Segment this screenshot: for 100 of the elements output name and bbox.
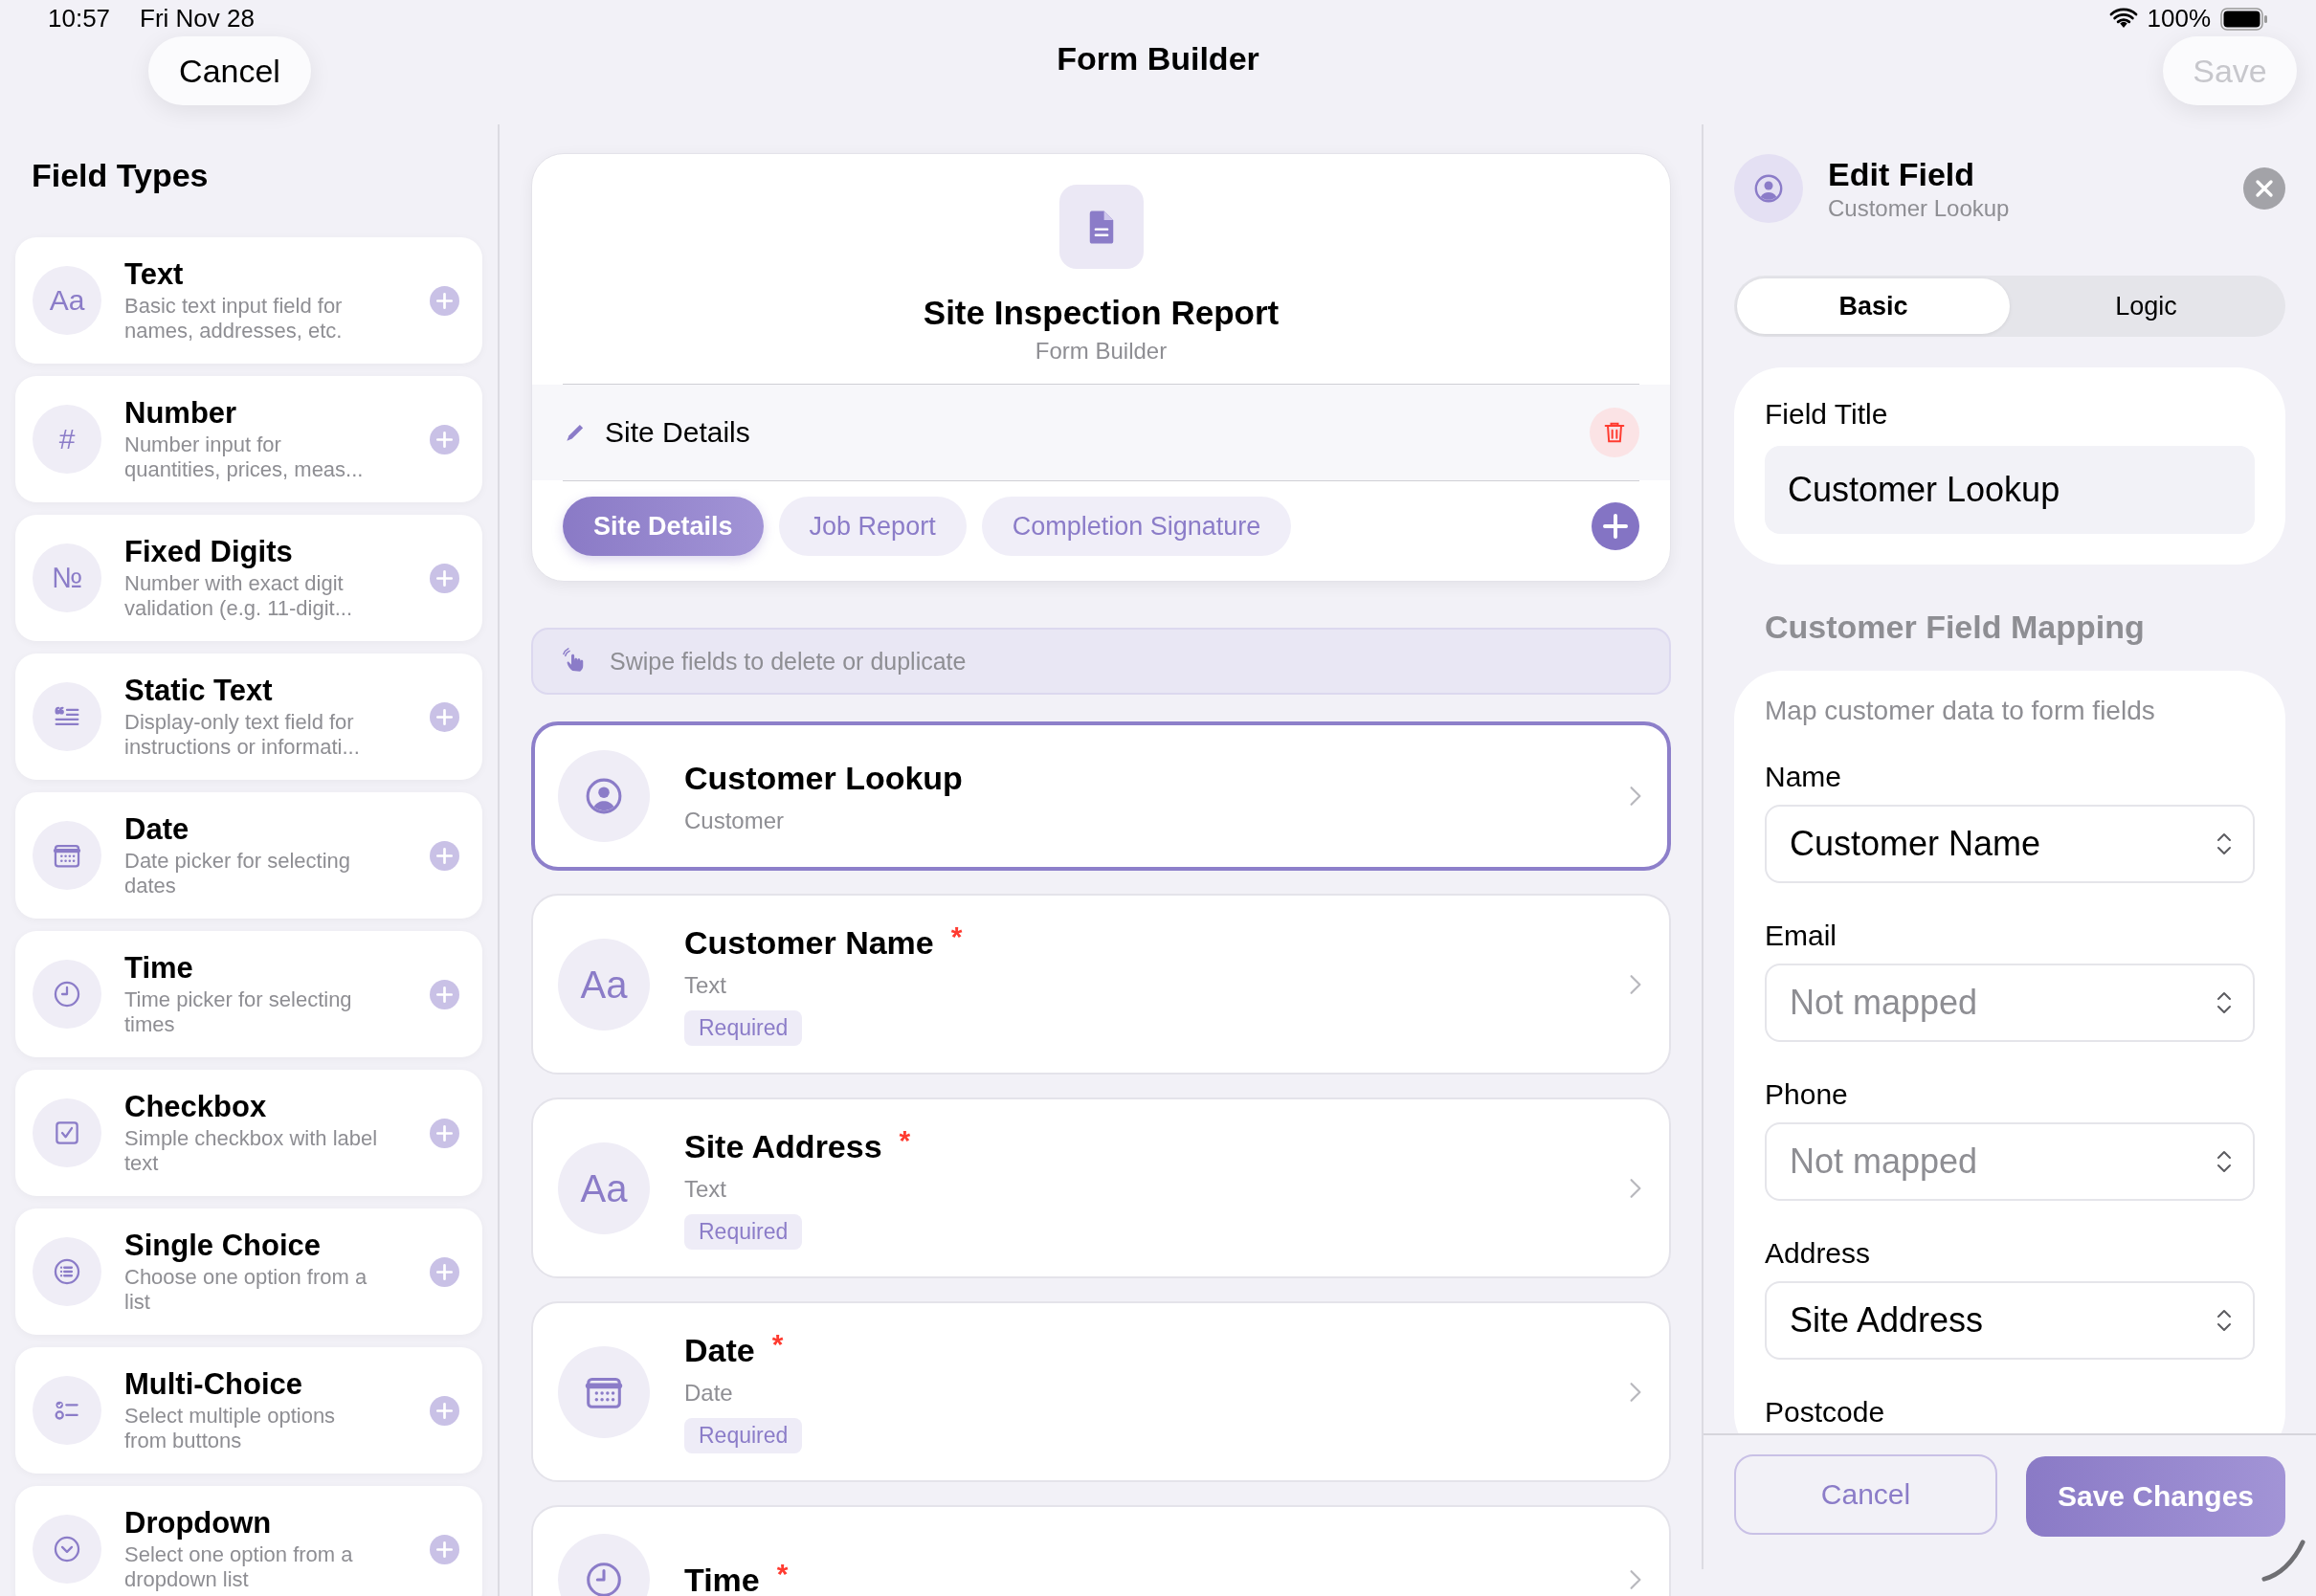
field-title: Time [684,1561,760,1596]
add-icon[interactable] [430,424,459,454]
field-type-description: Time picker for selecting times [124,987,353,1037]
status-date: Fri Nov 28 [140,4,255,33]
add-icon[interactable] [430,285,459,316]
field-card[interactable]: Aa Site Address * Text Required [531,1097,1671,1278]
field-title: Date [684,1331,755,1370]
battery-icon [2220,7,2268,31]
field-type-name: Static Text [124,674,274,708]
chevron-right-icon [1629,1177,1642,1199]
up-down-chevron-icon [2216,1149,2232,1174]
type-glyph-icon: № [51,564,83,592]
segment-tab[interactable]: Basic [1737,278,2010,334]
section-heading: Customer Field Mapping [1765,609,2146,646]
mapping-select[interactable]: Customer Name [1765,805,2255,883]
field-label: Postcode [1765,1395,1886,1430]
up-down-chevron-icon [2216,990,2232,1015]
field-type-description: Display-only text field for instructions or informati... [124,710,361,760]
helper-text: Map customer data to form fields [1765,696,2156,726]
sidebar-heading: Field Types [32,156,210,195]
type-glyph-icon: Aa [580,1168,628,1208]
field-type-label: Date [684,1380,733,1407]
field-type-description: Select one option from a dropdown list [124,1542,354,1592]
panel-title: Edit Field [1828,155,1975,193]
field-type-name: Time [124,951,194,986]
add-icon[interactable] [430,1256,459,1287]
field-card[interactable]: Customer Lookup Customer [531,721,1671,871]
field-type-card[interactable]: # Number Number input for quantities, prices, meas... [15,376,482,502]
wifi-icon [2108,8,2138,30]
field-type-description: Choose one option from a list [124,1265,368,1315]
add-icon[interactable] [430,840,459,871]
add-icon[interactable] [430,701,459,732]
add-icon[interactable] [430,1534,459,1564]
field-label: Phone [1765,1077,1849,1112]
field-card[interactable]: Time * [531,1505,1671,1596]
type-glyph-icon: Aa [580,964,628,1004]
field-card[interactable]: Date * Date Required [531,1301,1671,1482]
field-type-card[interactable]: Aa Text Basic text input field for names, addresses, etc. [15,237,482,364]
cancel-button[interactable]: Cancel [148,36,311,105]
field-label: Address [1765,1236,1872,1271]
battery-percent: 100% [2147,4,2211,33]
field-type-description: Simple checkbox with label text [124,1126,379,1176]
field-type-name: Single Choice [124,1229,322,1263]
field-title: Site Address [684,1127,882,1166]
field-type-description: Number input for quantities, prices, meas... [124,432,365,482]
chevron-right-icon [1629,786,1642,807]
mapping-select[interactable]: Site Address [1765,1281,2255,1360]
field-type-label: Customer [684,808,785,834]
field-title: Customer Lookup [684,759,963,798]
field-type-name: Dropdown [124,1506,273,1541]
status-time: 10:57 [48,4,111,33]
field-type-label: Text [684,972,726,999]
field-type-card[interactable]: Time Time picker for selecting times [15,931,482,1057]
field-type-label: Text [684,1176,726,1203]
field-type-description: Select multiple options from buttons [124,1404,337,1453]
field-title: Customer Name [684,923,934,963]
chevron-right-icon [1629,1569,1642,1590]
field-type-card[interactable]: Dropdown Select one option from a dropdown list [15,1486,482,1596]
add-icon[interactable] [430,979,459,1009]
type-glyph-icon: Aa [49,286,85,315]
field-type-card[interactable]: Static Text Display-only text field for instructions or informati... [15,654,482,780]
hint-text: Swipe fields to delete or duplicate [610,647,967,676]
segment-tab[interactable]: Logic [2010,278,2283,334]
field-type-name: Date [124,812,190,847]
field-type-card[interactable]: № Fixed Digits Number with exact digit validation (e.g. 11-digit... [15,515,482,641]
field-type-name: Checkbox [124,1090,268,1124]
add-icon[interactable] [1592,502,1639,550]
field-type-card[interactable]: Single Choice Choose one option from a list [15,1208,482,1335]
field-type-name: Number [124,396,238,431]
field-type-name: Multi-Choice [124,1367,303,1402]
required-asterisk: * [899,1126,911,1155]
field-type-description: Number with exact digit validation (e.g. 11-digit... [124,571,354,621]
field-type-card[interactable]: Multi-Choice Select multiple options from buttons [15,1347,482,1474]
field-type-name: Fixed Digits [124,535,294,569]
add-icon[interactable] [430,1395,459,1426]
field-card[interactable]: Aa Customer Name * Text Required [531,894,1671,1075]
chevron-right-icon [1629,1381,1642,1403]
type-glyph-icon: # [58,425,76,454]
required-asterisk: * [771,1330,784,1359]
add-icon[interactable] [430,1118,459,1148]
field-type-card[interactable]: Date Date picker for selecting dates [15,792,482,919]
chevron-right-icon [1629,973,1642,995]
up-down-chevron-icon [2216,831,2232,856]
title-input-field[interactable]: Customer Lookup [1765,446,2255,534]
field-label: Email [1765,919,1837,953]
field-type-description: Basic text input field for names, addresses, etc. [124,294,344,344]
required-badge: Required [684,1010,803,1046]
field-type-card[interactable]: Checkbox Simple checkbox with label text [15,1070,482,1196]
required-badge: Required [684,1418,803,1453]
field-label: Field Title [1765,397,1889,432]
form-subtitle: Form Builder [1035,338,1168,365]
resize-handle-icon [2260,1539,2306,1585]
field-type-name: Text [124,257,185,292]
required-badge: Required [684,1214,803,1250]
add-icon[interactable] [430,563,459,593]
required-asterisk: * [776,1560,789,1588]
screen-title: Form Builder [1057,40,1259,77]
required-asterisk: * [950,922,963,951]
delete-button[interactable] [1590,408,1639,457]
close-button[interactable] [2243,167,2285,210]
